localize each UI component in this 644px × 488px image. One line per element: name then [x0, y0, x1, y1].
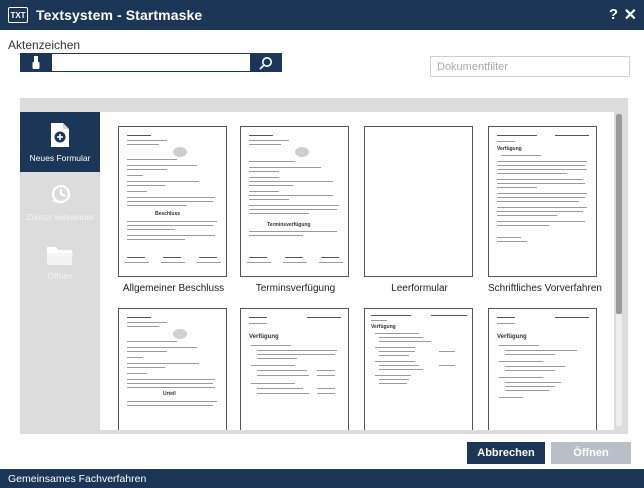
- aktenzeichen-search: [20, 53, 282, 72]
- eraser-icon: [32, 55, 40, 69]
- template-tile[interactable]: Verfügung: [488, 308, 599, 430]
- document-preview: Beschluss: [118, 126, 227, 277]
- template-label: Allgemeiner Beschluss: [122, 283, 225, 294]
- cancel-button[interactable]: Abbrechen: [467, 442, 545, 464]
- magnifier-icon: [259, 56, 272, 69]
- preview-heading: Verfügung: [497, 146, 522, 152]
- template-grid: Beschluss Allgemeiner Beschluss Terminsv…: [100, 112, 614, 430]
- template-panel: Neues Formular Zuletzt verwendet Öffnen: [20, 98, 628, 434]
- aktenzeichen-label: Aktenzeichen: [8, 38, 81, 52]
- document-preview: Urteil: [118, 308, 227, 430]
- template-tile[interactable]: Terminsverfügung Terminsverfügung: [240, 126, 351, 294]
- document-preview: Verfügung: [364, 308, 473, 430]
- footer-text: Gemeinsames Fachverfahren: [8, 472, 147, 485]
- folder-icon: [47, 246, 73, 265]
- template-tile[interactable]: Beschluss Allgemeiner Beschluss: [118, 126, 229, 294]
- scrollbar-thumb[interactable]: [616, 114, 622, 314]
- preview-heading: Verfügung: [497, 334, 527, 340]
- open-button[interactable]: Öffnen: [551, 442, 631, 464]
- document-filter-input[interactable]: [430, 56, 630, 77]
- template-label: Terminsverfügung: [255, 283, 336, 294]
- sidebar-item-new-form[interactable]: Neues Formular: [20, 112, 100, 172]
- document-preview: Verfügung: [488, 308, 597, 430]
- footer: Gemeinsames Fachverfahren: [0, 469, 644, 488]
- document-preview: Verfügung: [488, 126, 597, 277]
- eraser-button[interactable]: [20, 53, 52, 72]
- preview-heading: Verfügung: [249, 334, 279, 340]
- template-tile[interactable]: Verfügung Schriftliches Vorverfahren: [488, 126, 602, 294]
- sidebar-item-label: Öffnen: [47, 270, 73, 281]
- template-label: Schriftliches Vorverfahren: [488, 283, 602, 294]
- preview-heading: Urteil: [163, 391, 176, 397]
- preview-heading: Beschluss: [155, 211, 181, 217]
- preview-heading: Verfügung: [371, 324, 396, 330]
- search-button[interactable]: [250, 53, 282, 72]
- close-button[interactable]: ✕: [624, 5, 637, 25]
- sidebar-item-label: Zuletzt verwendet: [26, 211, 94, 222]
- title-bar: TXT Textsystem - Startmaske ? ✕: [0, 0, 644, 30]
- sidebar-item-label: Neues Formular: [29, 152, 91, 163]
- aktenzeichen-input[interactable]: [52, 53, 250, 72]
- document-preview: [364, 126, 473, 277]
- history-icon: [51, 184, 71, 203]
- template-tile[interactable]: Verfügung: [240, 308, 351, 430]
- scrollbar[interactable]: [616, 114, 622, 426]
- sidebar-item-recent[interactable]: Zuletzt verwendet: [20, 172, 100, 232]
- template-tile[interactable]: Verfügung: [364, 308, 475, 430]
- sidebar: Neues Formular Zuletzt verwendet Öffnen: [20, 112, 100, 434]
- window-title: Textsystem - Startmaske: [36, 7, 203, 23]
- template-label: Leerformular: [391, 283, 448, 294]
- sidebar-item-open[interactable]: Öffnen: [20, 232, 100, 292]
- help-button[interactable]: ?: [609, 6, 618, 23]
- document-preview: Verfügung: [240, 308, 349, 430]
- document-preview: Terminsverfügung: [240, 126, 349, 277]
- template-tile[interactable]: Leerformular: [364, 126, 475, 294]
- new-document-icon: [51, 122, 69, 147]
- preview-heading: Terminsverfügung: [267, 222, 311, 228]
- template-tile[interactable]: Urteil: [118, 308, 229, 430]
- app-logo-icon: TXT: [8, 7, 28, 23]
